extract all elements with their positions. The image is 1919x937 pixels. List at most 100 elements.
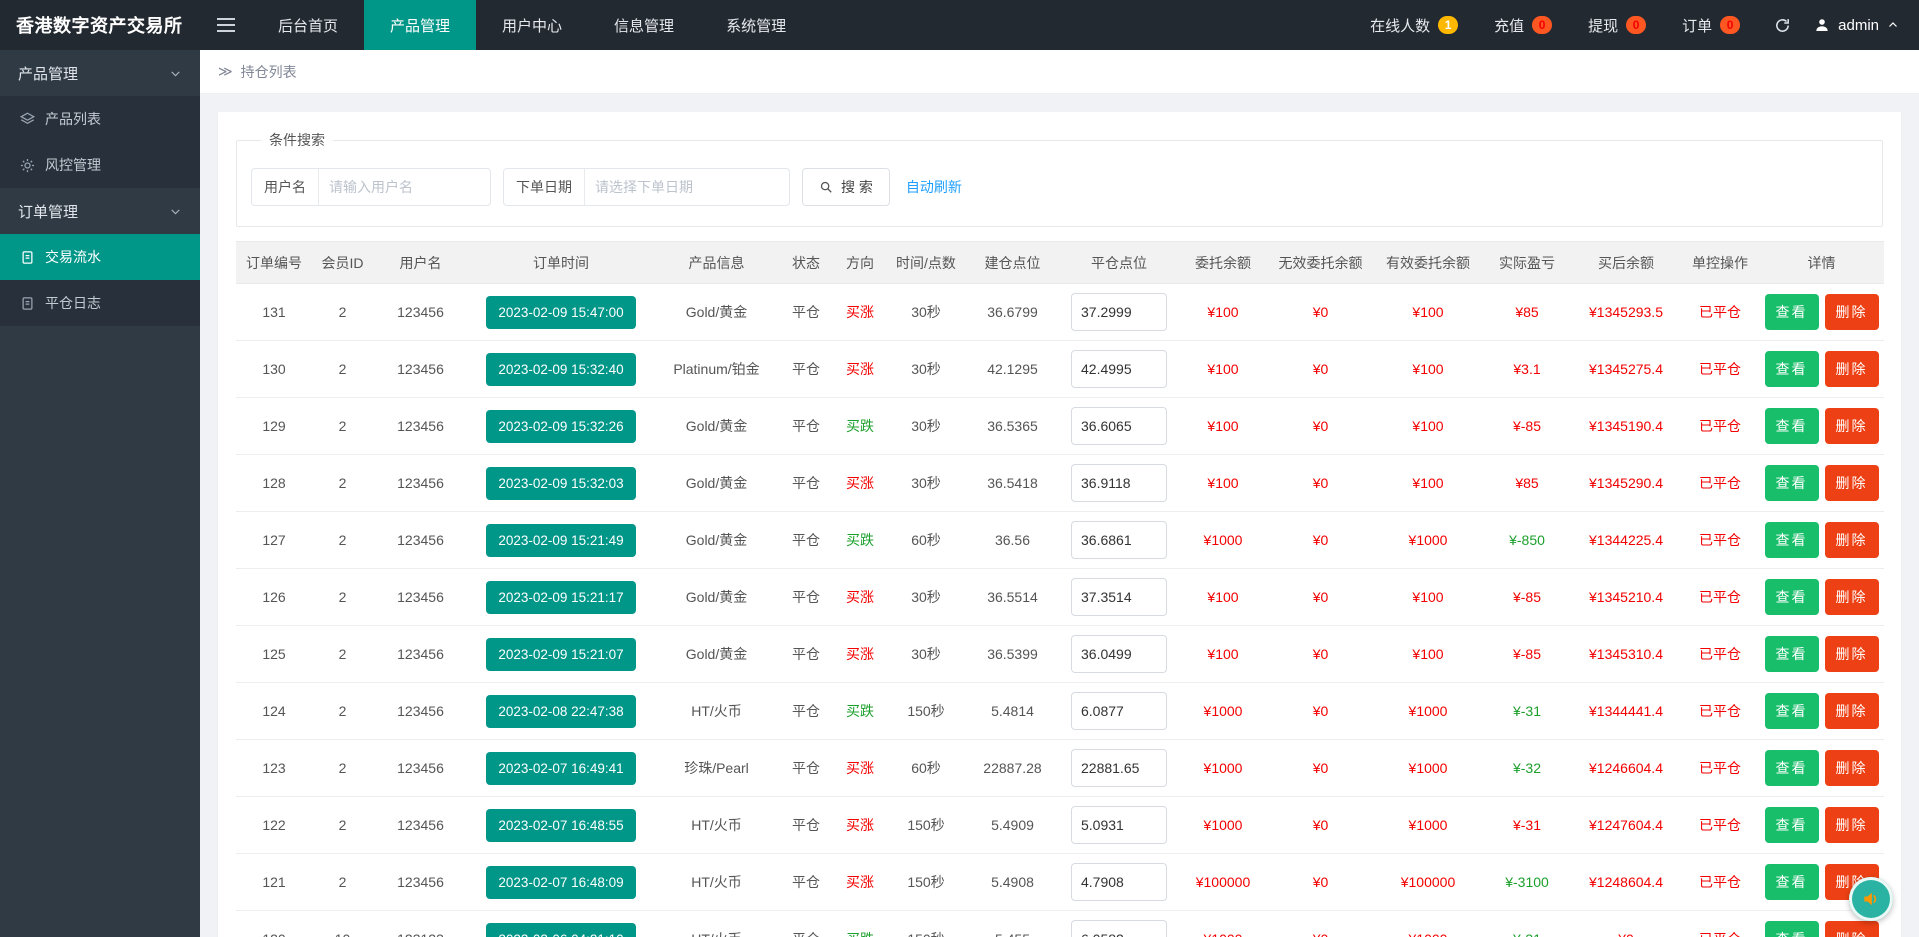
close-point-input[interactable] <box>1071 350 1167 388</box>
view-button[interactable]: 查看 <box>1764 522 1819 558</box>
order-date-input[interactable] <box>584 169 789 205</box>
sidebar-item-product-list[interactable]: 产品列表 <box>0 96 200 142</box>
view-button[interactable]: 查看 <box>1764 807 1819 843</box>
sidebar-item-risk-control[interactable]: 风控管理 <box>0 142 200 188</box>
col-invalid-entrust: 无效委托余额 <box>1268 241 1373 284</box>
table-row: 122 2 123456 2023-02-07 16:48:55 HT/火币 平… <box>236 796 1884 854</box>
view-button[interactable]: 查看 <box>1764 465 1819 501</box>
view-button[interactable]: 查看 <box>1764 636 1819 672</box>
close-point-input[interactable] <box>1071 293 1167 331</box>
close-point-input[interactable] <box>1071 578 1167 616</box>
sound-float-button[interactable] <box>1849 877 1893 921</box>
delete-button[interactable]: 删除 <box>1824 294 1879 330</box>
refresh-icon[interactable] <box>1758 0 1806 50</box>
view-button[interactable]: 查看 <box>1764 921 1819 937</box>
cell-profit: ¥-85 <box>1483 568 1571 626</box>
col-product: 产品信息 <box>654 241 779 284</box>
order-time-button[interactable]: 2023-02-08 22:47:38 <box>486 694 636 728</box>
close-point-input[interactable] <box>1071 749 1167 787</box>
cell-control: 已平仓 <box>1681 853 1759 911</box>
cell-status: 平仓 <box>779 796 833 854</box>
cell-invalid-entrust: ¥0 <box>1268 283 1373 341</box>
order-time-button[interactable]: 2023-02-09 15:21:17 <box>486 580 636 614</box>
order-time-button[interactable]: 2023-02-09 15:47:00 <box>486 295 636 329</box>
view-button[interactable]: 查看 <box>1764 294 1819 330</box>
delete-button[interactable]: 删除 <box>1824 807 1879 843</box>
cell-entrust: ¥100 <box>1178 340 1268 398</box>
cell-balance: ¥1345275.4 <box>1571 340 1681 398</box>
col-detail: 详情 <box>1759 241 1884 284</box>
cell-duration: 150秒 <box>887 853 965 911</box>
order-time-button[interactable]: 2023-02-06 04:21:10 <box>486 922 636 937</box>
order-time-button[interactable]: 2023-02-09 15:32:03 <box>486 466 636 500</box>
order-time-button[interactable]: 2023-02-09 15:21:07 <box>486 637 636 671</box>
delete-button[interactable]: 删除 <box>1824 465 1879 501</box>
view-button[interactable]: 查看 <box>1764 351 1819 387</box>
order-time-button[interactable]: 2023-02-07 16:49:41 <box>486 751 636 785</box>
delete-button[interactable]: 删除 <box>1824 351 1879 387</box>
search-button[interactable]: 搜 索 <box>802 168 890 206</box>
close-point-input[interactable] <box>1071 692 1167 730</box>
cell-control: 已平仓 <box>1681 910 1759 937</box>
cell-username: 123456 <box>373 397 468 455</box>
sidebar-group-label: 产品管理 <box>18 65 79 83</box>
cell-order-no: 128 <box>236 454 312 512</box>
stat-withdraw[interactable]: 提现 0 <box>1570 0 1664 50</box>
nav-item-product-management[interactable]: 产品管理 <box>364 0 477 50</box>
cell-direction: 买跌 <box>833 910 887 937</box>
cell-open-point: 22887.28 <box>965 739 1060 797</box>
view-button[interactable]: 查看 <box>1764 408 1819 444</box>
delete-button[interactable]: 删除 <box>1824 636 1879 672</box>
order-time-button[interactable]: 2023-02-07 16:48:09 <box>486 865 636 899</box>
hamburger-icon[interactable] <box>200 0 252 50</box>
sidebar-item-close-log[interactable]: 平仓日志 <box>0 280 200 326</box>
view-button[interactable]: 查看 <box>1764 693 1819 729</box>
stat-recharge[interactable]: 充值 0 <box>1476 0 1570 50</box>
nav-item-user-center[interactable]: 用户中心 <box>476 0 588 50</box>
cell-valid-entrust: ¥100 <box>1373 568 1483 626</box>
close-point-input[interactable] <box>1071 806 1167 844</box>
cell-open-point: 36.5418 <box>965 454 1060 512</box>
stat-orders[interactable]: 订单 0 <box>1664 0 1758 50</box>
user-menu[interactable]: admin <box>1806 17 1919 34</box>
auto-refresh-link[interactable]: 自动刷新 <box>906 177 962 197</box>
close-point-input[interactable] <box>1071 464 1167 502</box>
close-point-input[interactable] <box>1071 407 1167 445</box>
close-point-input[interactable] <box>1071 521 1167 559</box>
cell-status: 平仓 <box>779 283 833 341</box>
cell-balance: ¥1345190.4 <box>1571 397 1681 455</box>
cell-order-no: 121 <box>236 853 312 911</box>
cell-valid-entrust: ¥100 <box>1373 397 1483 455</box>
order-time-button[interactable]: 2023-02-09 15:32:26 <box>486 409 636 443</box>
cell-status: 平仓 <box>779 397 833 455</box>
order-time-button[interactable]: 2023-02-07 16:48:55 <box>486 808 636 842</box>
document-icon <box>20 296 35 311</box>
view-button[interactable]: 查看 <box>1764 579 1819 615</box>
nav-item-dashboard[interactable]: 后台首页 <box>252 0 364 50</box>
cell-product: Gold/黄金 <box>654 283 779 341</box>
cell-balance: ¥0 <box>1571 910 1681 937</box>
delete-button[interactable]: 删除 <box>1824 921 1879 937</box>
view-button[interactable]: 查看 <box>1764 750 1819 786</box>
close-point-input[interactable] <box>1071 863 1167 901</box>
delete-button[interactable]: 删除 <box>1824 579 1879 615</box>
cell-username: 123456 <box>373 796 468 854</box>
nav-item-info-management[interactable]: 信息管理 <box>588 0 700 50</box>
sidebar-item-trade-flow[interactable]: 交易流水 <box>0 234 200 280</box>
close-point-input[interactable] <box>1071 635 1167 673</box>
nav-item-system-management[interactable]: 系统管理 <box>700 0 812 50</box>
sidebar-group-product-management[interactable]: 产品管理 <box>0 50 200 96</box>
view-button[interactable]: 查看 <box>1764 864 1819 900</box>
delete-button[interactable]: 删除 <box>1824 408 1879 444</box>
order-time-button[interactable]: 2023-02-09 15:32:40 <box>486 352 636 386</box>
cell-member-id: 2 <box>312 340 373 398</box>
delete-button[interactable]: 删除 <box>1824 693 1879 729</box>
cell-entrust: ¥100 <box>1178 397 1268 455</box>
close-point-input[interactable] <box>1071 920 1167 937</box>
delete-button[interactable]: 删除 <box>1824 522 1879 558</box>
sidebar-group-order-management[interactable]: 订单管理 <box>0 188 200 234</box>
delete-button[interactable]: 删除 <box>1824 750 1879 786</box>
stat-online-users[interactable]: 在线人数 1 <box>1352 0 1476 50</box>
username-input[interactable] <box>318 169 490 205</box>
order-time-button[interactable]: 2023-02-09 15:21:49 <box>486 523 636 557</box>
